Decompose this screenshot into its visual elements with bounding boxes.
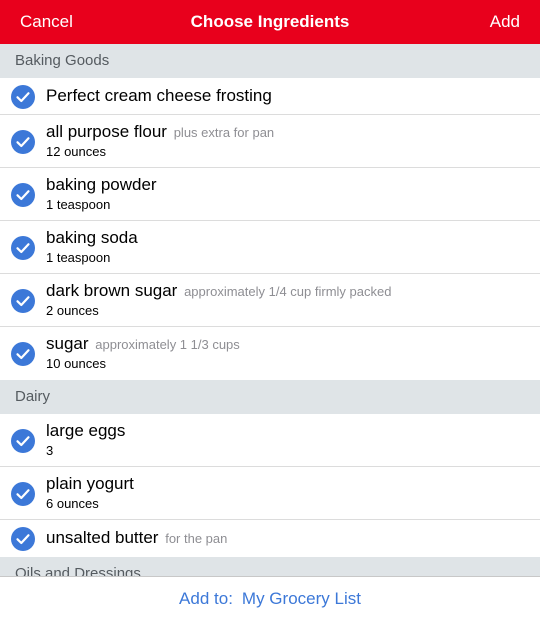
ingredient-quantity: 10 ounces bbox=[46, 356, 106, 371]
checkmark-circle-icon[interactable] bbox=[11, 429, 35, 453]
ingredient-note: approximately 1/4 cup firmly packed bbox=[184, 284, 392, 299]
ingredient-note: for the pan bbox=[165, 531, 228, 546]
section-items: large eggs 3 plain yogurt 6 ounces unsalted … bbox=[0, 414, 540, 557]
ingredient-row[interactable]: sugar approximately 1 1/3 cups 10 ounces bbox=[0, 327, 540, 380]
ingredient-name: unsalted butter bbox=[46, 528, 159, 547]
checkmark-circle-icon[interactable] bbox=[11, 289, 35, 313]
ingredient-quantity: 3 bbox=[46, 443, 54, 458]
grocery-list-name: My Grocery List bbox=[241, 588, 361, 608]
ingredient-line: unsalted butter for the pan bbox=[46, 528, 530, 548]
ingredient-row[interactable]: baking soda 1 teaspoon bbox=[0, 221, 540, 274]
checkmark-circle-icon[interactable] bbox=[11, 236, 35, 260]
ingredient-line: Perfect cream cheese frosting bbox=[46, 86, 530, 106]
ingredient-quantity: 1 teaspoon bbox=[46, 250, 111, 265]
ingredient-row[interactable]: baking powder 1 teaspoon bbox=[0, 168, 540, 221]
ingredient-list[interactable]: Baking Goods Perfect cream cheese frostin… bbox=[0, 44, 540, 576]
ingredient-name: dark brown sugar bbox=[46, 281, 178, 300]
ingredient-line: all purpose flour plus extra for pan bbox=[46, 122, 530, 142]
ingredient-text: all purpose flour plus extra for pan 12 o… bbox=[46, 122, 530, 159]
ingredient-text: baking powder 1 teaspoon bbox=[46, 175, 530, 212]
ingredient-quantity: 1 teaspoon bbox=[46, 197, 111, 212]
ingredient-row[interactable]: dark brown sugar approximately 1/4 cup f… bbox=[0, 274, 540, 327]
checkmark-circle-icon[interactable] bbox=[11, 342, 35, 366]
ingredient-line: dark brown sugar approximately 1/4 cup f… bbox=[46, 281, 530, 301]
ingredient-note: plus extra for pan bbox=[173, 125, 275, 140]
add-to-list-button[interactable]: Add to: My Grocery List bbox=[0, 576, 540, 620]
checkmark-circle-icon[interactable] bbox=[11, 183, 35, 207]
ingredient-line: plain yogurt bbox=[46, 474, 530, 494]
ingredient-line: large eggs bbox=[46, 421, 530, 441]
ingredient-row[interactable]: Perfect cream cheese frosting bbox=[0, 78, 540, 115]
add-button[interactable]: Add bbox=[490, 0, 520, 44]
ingredient-text: unsalted butter for the pan bbox=[46, 528, 530, 548]
section-items: Perfect cream cheese frosting all purpose… bbox=[0, 78, 540, 380]
ingredient-note: approximately 1 1/3 cups bbox=[95, 337, 240, 352]
ingredient-quantity: 6 ounces bbox=[46, 496, 99, 511]
ingredient-line: baking powder bbox=[46, 175, 530, 195]
ingredient-name: large eggs bbox=[46, 421, 126, 440]
page-title: Choose Ingredients bbox=[190, 12, 350, 31]
ingredient-name: baking soda bbox=[46, 228, 138, 247]
ingredient-name: sugar bbox=[46, 334, 89, 353]
add-to-label: Add to: bbox=[179, 588, 233, 608]
ingredient-name: all purpose flour bbox=[46, 122, 167, 141]
section-header: Baking Goods bbox=[0, 44, 540, 78]
ingredient-text: baking soda 1 teaspoon bbox=[46, 228, 530, 265]
cancel-button[interactable]: Cancel bbox=[20, 0, 73, 44]
ingredient-text: Perfect cream cheese frosting bbox=[46, 86, 530, 106]
ingredient-row[interactable]: plain yogurt 6 ounces bbox=[0, 467, 540, 520]
ingredient-text: plain yogurt 6 ounces bbox=[46, 474, 530, 511]
ingredient-row[interactable]: all purpose flour plus extra for pan 12 o… bbox=[0, 115, 540, 168]
ingredient-text: large eggs 3 bbox=[46, 421, 530, 458]
ingredient-quantity: 12 ounces bbox=[46, 144, 106, 159]
ingredient-name: Perfect cream cheese frosting bbox=[46, 86, 272, 105]
ingredient-text: sugar approximately 1 1/3 cups 10 ounces bbox=[46, 334, 530, 371]
ingredient-name: baking powder bbox=[46, 175, 157, 194]
ingredient-line: baking soda bbox=[46, 228, 530, 248]
ingredient-text: dark brown sugar approximately 1/4 cup f… bbox=[46, 281, 530, 318]
checkmark-circle-icon[interactable] bbox=[11, 85, 35, 109]
nav-bar: Cancel Choose Ingredients Add bbox=[0, 0, 540, 44]
checkmark-circle-icon[interactable] bbox=[11, 482, 35, 506]
ingredient-row[interactable]: large eggs 3 bbox=[0, 414, 540, 467]
ingredient-row[interactable]: unsalted butter for the pan bbox=[0, 520, 540, 557]
section-header: Dairy bbox=[0, 380, 540, 414]
ingredient-quantity: 2 ounces bbox=[46, 303, 99, 318]
section-header: Oils and Dressings bbox=[0, 557, 540, 576]
checkmark-circle-icon[interactable] bbox=[11, 527, 35, 551]
ingredient-name: plain yogurt bbox=[46, 474, 134, 493]
checkmark-circle-icon[interactable] bbox=[11, 130, 35, 154]
ingredient-line: sugar approximately 1 1/3 cups bbox=[46, 334, 530, 354]
